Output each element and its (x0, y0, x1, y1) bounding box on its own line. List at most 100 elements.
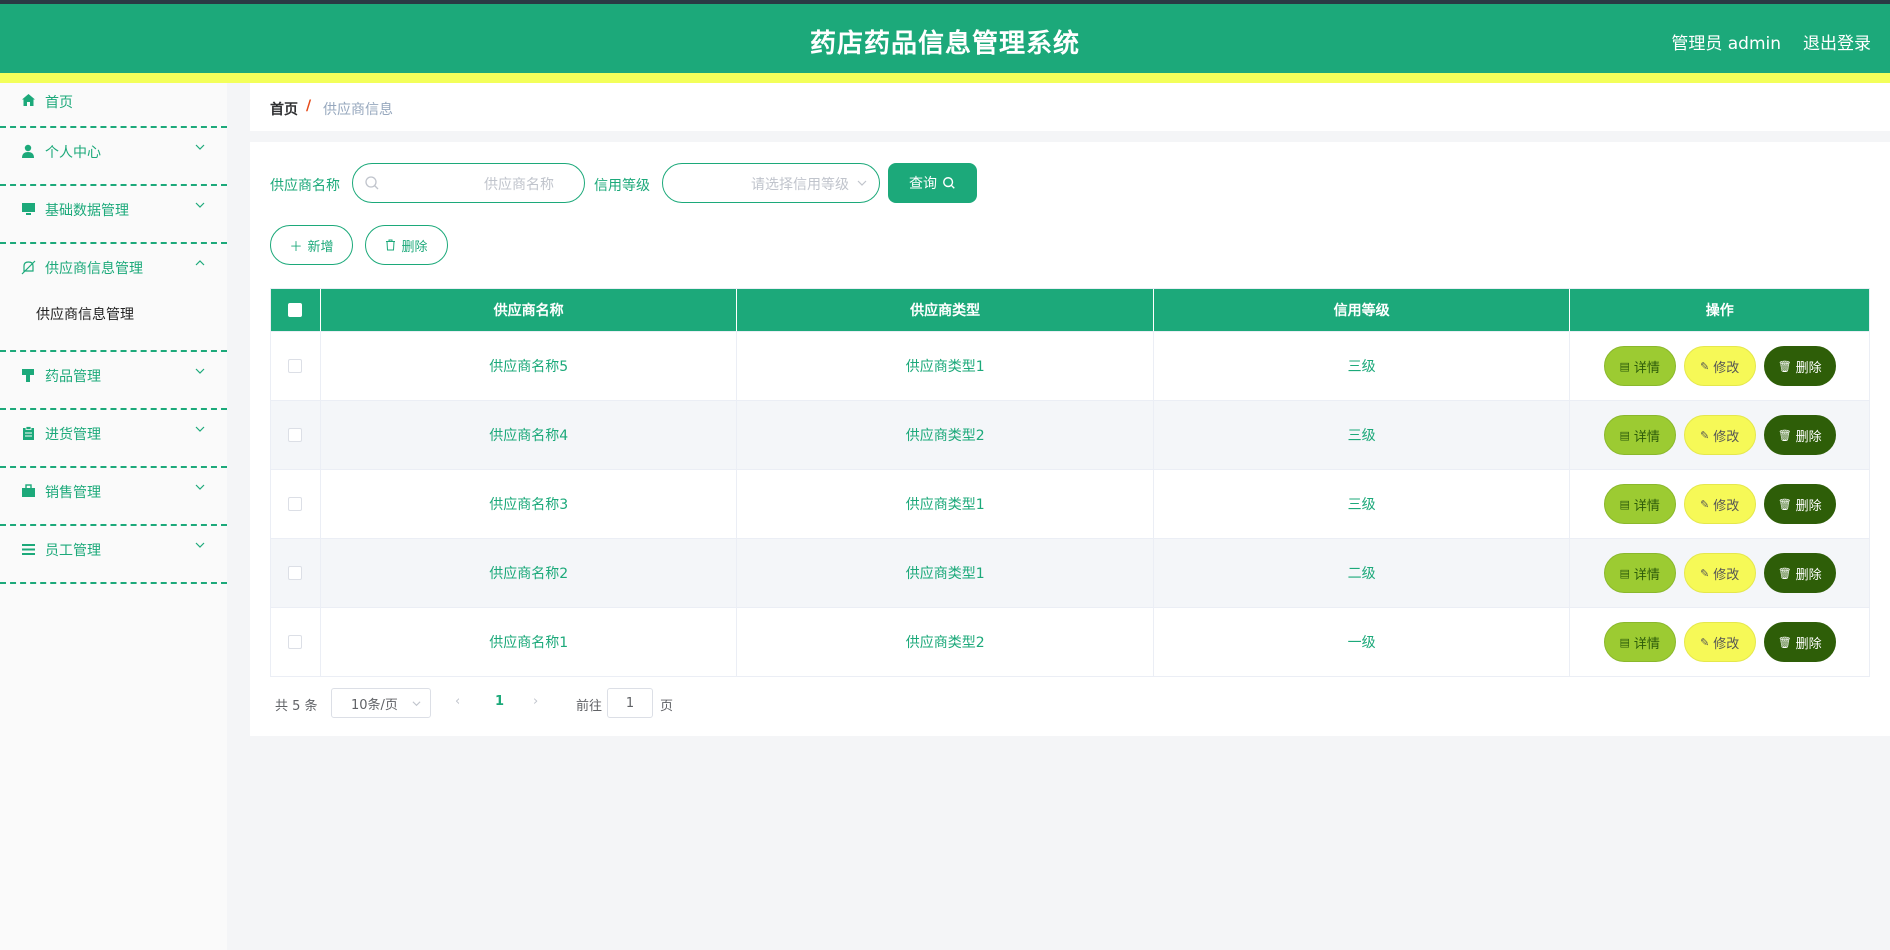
detail-button[interactable]: ▤ 详情 (1603, 484, 1676, 524)
operations-cell: ▤ 详情 ✎ 修改 🗑 删除 (1570, 470, 1869, 538)
operations-cell: ▤ 详情 ✎ 修改 🗑 删除 (1570, 401, 1869, 469)
breadcrumb-current: 供应商信息 (323, 102, 393, 118)
row-delete-button[interactable]: 🗑 删除 (1763, 415, 1836, 455)
table-body: 供应商名称5 供应商类型1 三级 ▤ 详情 ✎ 修改 🗑 删除 供应商名称4 供应商类型2 三级 ▤ 详情… (271, 331, 1869, 676)
delete-label: 删除 (1795, 636, 1822, 652)
trash-icon: 🗑 (1777, 566, 1792, 580)
monitor-icon (20, 201, 36, 217)
sidebar-item-purchase[interactable]: 进货管理 (0, 410, 227, 468)
logout-link[interactable]: 退出登录 (1803, 29, 1871, 54)
credit-level-placeholder: 请选择信用等级 (751, 177, 849, 193)
detail-label: 详情 (1633, 567, 1660, 583)
row-checkbox[interactable] (288, 428, 303, 442)
credit-level-cell: 二级 (1154, 539, 1571, 607)
pencil-icon: ✎ (1700, 497, 1710, 511)
add-button[interactable]: ＋ 新增 (270, 225, 353, 265)
row-checkbox[interactable] (288, 359, 303, 373)
page-size-select[interactable]: 10条/页 (331, 688, 431, 718)
supplier-name-placeholder: 供应商名称 (484, 177, 554, 193)
document-icon: ▤ (1619, 635, 1630, 649)
sidebar-item-label: 员工管理 (45, 543, 101, 559)
clipboard-icon (20, 425, 36, 441)
edit-button[interactable]: ✎ 修改 (1683, 622, 1756, 662)
pencil-icon: ✎ (1700, 359, 1710, 373)
credit-level-select[interactable]: 请选择信用等级 (662, 163, 880, 203)
trash-icon: 🗑 (1777, 359, 1792, 373)
detail-button[interactable]: ▤ 详情 (1603, 415, 1676, 455)
query-button[interactable]: 查询 (888, 163, 977, 203)
supplier-type-cell: 供应商类型2 (737, 608, 1154, 676)
sidebar-item-basic-data[interactable]: 基础数据管理 (0, 186, 227, 244)
supplier-name-cell: 供应商名称4 (321, 401, 738, 469)
main-panel: 供应商名称 供应商名称 信用等级 请选择信用等级 查询 ＋ 新增 删除 供应商名… (250, 142, 1890, 736)
sidebar-item-staff[interactable]: 员工管理 (0, 526, 227, 584)
document-icon: ▤ (1619, 359, 1630, 373)
supplier-table: 供应商名称 供应商类型 信用等级 操作 供应商名称5 供应商类型1 三级 ▤ 详情 ✎ 修改… (270, 288, 1870, 677)
search-icon (365, 176, 379, 190)
page-number[interactable]: 1 (495, 694, 504, 709)
edit-button[interactable]: ✎ 修改 (1683, 415, 1756, 455)
chevron-down-icon (195, 426, 205, 432)
goto-page-input[interactable] (607, 688, 653, 718)
edit-button[interactable]: ✎ 修改 (1683, 553, 1756, 593)
sidebar-subitem-supplier-info[interactable]: 供应商信息管理 (36, 304, 134, 324)
select-all-checkbox[interactable] (288, 303, 303, 317)
column-header: 信用等级 (1154, 289, 1571, 331)
chevron-down-icon (195, 542, 205, 548)
chevron-down-icon (195, 144, 205, 150)
row-delete-button[interactable]: 🗑 删除 (1763, 553, 1836, 593)
batch-delete-button[interactable]: 删除 (365, 225, 448, 265)
detail-button[interactable]: ▤ 详情 (1603, 553, 1676, 593)
edit-button[interactable]: ✎ 修改 (1683, 346, 1756, 386)
edit-button[interactable]: ✎ 修改 (1683, 484, 1756, 524)
sidebar-item-label: 药品管理 (45, 369, 101, 385)
row-checkbox[interactable] (288, 566, 303, 580)
credit-level-cell: 三级 (1154, 332, 1571, 400)
sidebar-item-supplier[interactable]: 供应商信息管理 供应商信息管理 (0, 244, 227, 352)
search-icon (943, 177, 955, 189)
detail-button[interactable]: ▤ 详情 (1603, 346, 1676, 386)
detail-label: 详情 (1633, 498, 1660, 514)
edit-label: 修改 (1713, 567, 1740, 583)
detail-button[interactable]: ▤ 详情 (1603, 622, 1676, 662)
credit-level-cell: 三级 (1154, 401, 1571, 469)
trash-icon: 🗑 (1777, 635, 1792, 649)
supplier-name-input[interactable]: 供应商名称 (352, 163, 585, 203)
table-row: 供应商名称5 供应商类型1 三级 ▤ 详情 ✎ 修改 🗑 删除 (271, 331, 1869, 400)
supplier-type-cell: 供应商类型1 (737, 539, 1154, 607)
row-checkbox[interactable] (288, 635, 303, 649)
operations-cell: ▤ 详情 ✎ 修改 🗑 删除 (1570, 539, 1869, 607)
supplier-type-cell: 供应商类型1 (737, 332, 1154, 400)
next-page-button[interactable]: › (533, 694, 538, 709)
sidebar-item-sales[interactable]: 销售管理 (0, 468, 227, 526)
app-title: 药店药品信息管理系统 (809, 29, 1080, 59)
sidebar: 首页 个人中心 基础数据管理 供应商信息管理 供应商信息管理 药品管理 进货管理 (0, 83, 227, 950)
breadcrumb-home[interactable]: 首页 (270, 99, 298, 119)
sidebar-item-label: 供应商信息管理 (45, 261, 143, 277)
trash-icon: 🗑 (1777, 428, 1792, 442)
sidebar-item-label: 基础数据管理 (45, 203, 129, 219)
sidebar-item-profile[interactable]: 个人中心 (0, 128, 227, 186)
column-header: 操作 (1705, 303, 1734, 319)
header-checkbox-cell (271, 289, 321, 331)
detail-label: 详情 (1633, 360, 1660, 376)
credit-level-label: 信用等级 (594, 178, 650, 194)
row-checkbox[interactable] (288, 497, 303, 511)
chevron-up-icon (195, 260, 205, 266)
chevron-down-icon (195, 484, 205, 490)
supplier-name-cell: 供应商名称2 (321, 539, 738, 607)
row-delete-button[interactable]: 🗑 删除 (1763, 346, 1836, 386)
detail-label: 详情 (1633, 429, 1660, 445)
add-label: 新增 (307, 239, 334, 255)
row-delete-button[interactable]: 🗑 删除 (1763, 622, 1836, 662)
prev-page-button[interactable]: ‹ (455, 694, 460, 709)
breadcrumb-separator: / (306, 98, 312, 114)
delete-label: 删除 (1795, 360, 1822, 376)
row-delete-button[interactable]: 🗑 删除 (1763, 484, 1836, 524)
bell-off-icon (20, 259, 36, 275)
sidebar-item-home[interactable]: 首页 (0, 83, 227, 128)
supplier-type-cell: 供应商类型1 (737, 470, 1154, 538)
chevron-down-icon (195, 202, 205, 208)
document-icon: ▤ (1619, 497, 1630, 511)
sidebar-item-drugs[interactable]: 药品管理 (0, 352, 227, 410)
